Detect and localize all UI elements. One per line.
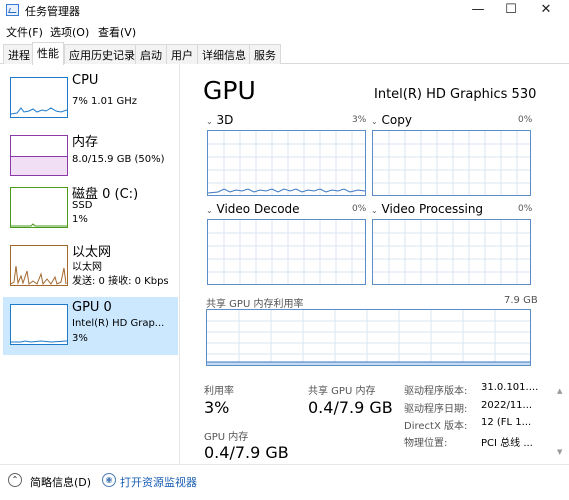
task-manager-window: 任务管理器 — ☐ ✕ 文件(F) 选项(O) 查看(V) 进程 性能 应用历史… <box>0 0 569 500</box>
sidebar-item-gpu[interactable]: GPU 0 Intel(R) HD Grap... 3% <box>3 297 178 355</box>
engine-video-processing-graph <box>372 219 531 285</box>
sidebar-item-cpu[interactable]: CPU 7% 1.01 GHz <box>3 70 178 128</box>
engine-video-processing-grid <box>373 220 530 284</box>
sidebar-cpu-usage: 7% 1.01 GHz <box>72 96 138 107</box>
disk-thumbnail-graph <box>10 187 68 228</box>
chevron-down-icon: ⌄ <box>371 117 378 126</box>
engine-copy-label: Copy <box>381 113 412 127</box>
menu-bar: 文件(F) 选项(O) 查看(V) <box>0 22 569 42</box>
gpu-model-name: Intel(R) HD Graphics 530 <box>374 87 537 102</box>
engine-3d-graph <box>207 130 366 196</box>
engine-3d-selector[interactable]: ⌄ 3D <box>206 113 233 127</box>
chevron-down-icon: ⌄ <box>371 206 378 215</box>
sidebar-disk-type: SSD <box>72 200 93 211</box>
shared-gpu-memory-label: 共享 GPU 内存 <box>308 386 376 397</box>
driver-date-value: 2022/11... <box>481 400 533 411</box>
engine-video-processing-label: Video Processing <box>381 202 484 216</box>
tab-startup[interactable]: 启动 <box>135 44 167 64</box>
shared-memory-graph-max: 7.9 GB <box>504 295 538 306</box>
tab-performance[interactable]: 性能 <box>32 42 64 65</box>
engine-copy-grid <box>373 131 530 195</box>
sidebar-ethernet-throughput: 发送: 0 接收: 0 Kbps <box>72 276 169 287</box>
tab-details[interactable]: 详细信息 <box>197 44 251 64</box>
sidebar-item-ethernet[interactable]: 以太网 以太网 发送: 0 接收: 0 Kbps <box>3 238 178 296</box>
menu-options[interactable]: 选项(O) <box>50 24 89 40</box>
utilization-value: 3% <box>204 398 230 417</box>
open-resource-monitor-link[interactable]: 打开资源监视器 <box>120 474 197 490</box>
sidebar-memory-usage: 8.0/15.9 GB (50%) <box>72 154 165 165</box>
sidebar-item-memory[interactable]: 内存 8.0/15.9 GB (50%) <box>3 128 178 186</box>
gpu-memory-value: 0.4/7.9 GB <box>204 443 289 462</box>
tab-users[interactable]: 用户 <box>166 44 198 64</box>
scroll-up-arrow-icon[interactable]: ▲ <box>557 387 562 395</box>
engine-video-decode-selector[interactable]: ⌄ Video Decode <box>206 202 300 216</box>
title-bar: 任务管理器 — ☐ ✕ <box>0 0 569 22</box>
menu-file[interactable]: 文件(F) <box>6 24 43 40</box>
engine-video-processing-percent: 0% <box>518 204 533 214</box>
sidebar-memory-title: 内存 <box>72 135 99 150</box>
window-title: 任务管理器 <box>25 5 80 18</box>
directx-version-value: 12 (FL 1... <box>481 417 532 428</box>
sidebar-item-disk[interactable]: 磁盘 0 (C:) SSD 1% <box>3 180 178 238</box>
engine-video-decode-label: Video Decode <box>216 202 300 216</box>
sidebar-ethernet-name: 以太网 <box>72 262 102 273</box>
resource-monitor-icon: ◉ <box>102 473 116 487</box>
performance-sidebar: CPU 7% 1.01 GHz 内存 8.0/15.9 GB (50%) 磁盘 … <box>0 64 180 464</box>
ethernet-thumbnail-graph <box>10 245 68 286</box>
menu-view[interactable]: 查看(V) <box>98 24 136 40</box>
tab-services[interactable]: 服务 <box>249 44 281 64</box>
footer-bar: ⌃ 简略信息(D) ◉ 打开资源监视器 <box>0 464 569 500</box>
shared-memory-graph-label: 共享 GPU 内存利用率 <box>206 299 304 310</box>
sidebar-gpu-title: GPU 0 <box>72 300 112 315</box>
engine-3d-grid <box>208 131 365 195</box>
fewer-details-button[interactable]: 简略信息(D) <box>30 474 91 490</box>
chevron-down-icon: ⌄ <box>206 206 213 215</box>
shared-gpu-memory-value: 0.4/7.9 GB <box>308 398 393 417</box>
directx-version-key: DirectX 版本: <box>404 421 468 432</box>
physical-location-key: 物理位置: <box>404 438 448 449</box>
shared-memory-graph <box>206 309 531 366</box>
physical-location-value: PCI 总线 ... <box>481 438 533 449</box>
engine-video-decode-grid <box>208 220 365 284</box>
task-manager-icon <box>6 4 19 16</box>
engine-video-decode-percent: 0% <box>352 204 367 214</box>
driver-date-key: 驱动程序日期: <box>404 404 468 415</box>
gpu-memory-label: GPU 内存 <box>204 432 249 443</box>
engine-video-processing-selector[interactable]: ⌄ Video Processing <box>371 202 483 216</box>
sidebar-gpu-model: Intel(R) HD Grap... <box>72 318 165 329</box>
engine-video-decode-graph <box>207 219 366 285</box>
tab-processes[interactable]: 进程 <box>3 44 35 64</box>
engine-3d-label: 3D <box>216 113 234 127</box>
scroll-down-arrow-icon[interactable]: ▼ <box>557 448 562 456</box>
memory-thumbnail-graph <box>10 135 68 176</box>
gpu-heading: GPU <box>203 76 256 105</box>
sidebar-disk-usage: 1% <box>72 214 88 225</box>
sidebar-cpu-title: CPU <box>72 73 99 88</box>
utilization-label: 利用率 <box>204 386 234 397</box>
gpu-thumbnail-graph <box>10 304 68 345</box>
sidebar-gpu-usage: 3% <box>72 333 88 344</box>
chevron-up-icon[interactable]: ⌃ <box>8 473 22 487</box>
tab-bar: 进程 性能 应用历史记录 启动 用户 详细信息 服务 <box>0 42 569 65</box>
engine-copy-selector[interactable]: ⌄ Copy <box>371 113 412 127</box>
engine-3d-percent: 3% <box>352 115 367 125</box>
engine-copy-percent: 0% <box>518 115 533 125</box>
chevron-down-icon: ⌄ <box>206 117 213 126</box>
driver-version-value: 31.0.101.... <box>481 382 539 393</box>
engine-copy-graph <box>372 130 531 196</box>
cpu-thumbnail-graph <box>10 77 68 118</box>
close-button[interactable]: ✕ <box>523 0 569 22</box>
shared-memory-grid <box>207 310 530 365</box>
driver-version-key: 驱动程序版本: <box>404 386 468 397</box>
tab-app-history[interactable]: 应用历史记录 <box>64 44 140 64</box>
